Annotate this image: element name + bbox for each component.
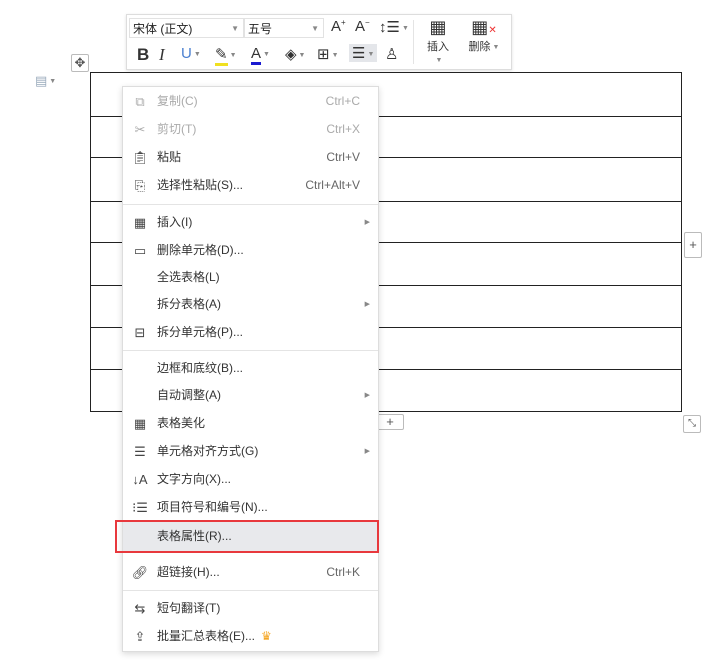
link-icon: 🔗︎ <box>131 565 149 580</box>
menu-item-select-table[interactable]: 全选表格(L) <box>123 264 378 291</box>
paste-icon: 📋︎ <box>131 150 149 165</box>
menu-item-table-style[interactable]: ▦ 表格美化 <box>123 410 378 437</box>
menu-shortcut: Ctrl+K <box>326 565 360 579</box>
menu-label: 复制(C) <box>157 94 198 108</box>
resize-table-handle[interactable]: ⤡ <box>683 415 701 433</box>
shrink-font-icon[interactable]: A− <box>355 18 370 35</box>
font-name-select[interactable]: 宋体 (正文) ▼ <box>129 18 244 38</box>
font-size-value: 五号 <box>248 22 273 36</box>
menu-label: 超链接(H)... <box>157 565 220 579</box>
line-spacing-icon[interactable]: ↕☰ ▼ <box>379 18 409 36</box>
font-size-select[interactable]: 五号 ▼ <box>244 18 324 38</box>
menu-item-split-table[interactable]: 拆分表格(A) ▶ <box>123 291 378 318</box>
menu-item-paste[interactable]: 📋︎ 粘贴 Ctrl+V <box>123 144 378 171</box>
format-painter-icon[interactable]: ♙ <box>385 45 398 63</box>
table-delete-icon: ▦✕ <box>471 17 497 37</box>
menu-label: 插入(I) <box>157 215 193 229</box>
menu-item-cell-alignment[interactable]: ☰ 单元格对齐方式(G) ▶ <box>123 438 378 465</box>
highlight-box <box>115 520 379 553</box>
table-move-handle[interactable]: ✥ <box>71 54 89 72</box>
paste-special-icon: ⎘ <box>134 178 146 193</box>
bold-icon[interactable]: B <box>137 45 149 65</box>
add-column-button[interactable]: + <box>684 232 702 258</box>
menu-item-translate[interactable]: ⇆ 短句翻译(T) <box>123 595 378 622</box>
context-menu: ⧉ 复制(C) Ctrl+C ✂ 剪切(T) Ctrl+X 📋︎ 粘贴 Ctrl+V ⎘ 选择… <box>122 86 379 652</box>
delete-button[interactable]: ▦✕ 删除 ▼ <box>467 17 501 54</box>
menu-label: 短句翻译(T) <box>157 601 221 615</box>
menu-label: 边框和底纹(B)... <box>157 361 243 375</box>
menu-label: 选择性粘贴(S)... <box>157 178 243 192</box>
table-insert-icon: ▦ <box>429 17 447 37</box>
menu-item-split-cell[interactable]: ⊟ 拆分单元格(P)... <box>123 319 378 346</box>
list-icon: ⁝☰ <box>132 500 148 515</box>
menu-item-delete-cell[interactable]: ▭ 删除单元格(D)... <box>123 237 378 264</box>
cut-icon: ✂ <box>134 122 146 137</box>
document-icon[interactable]: ▤ ▼ <box>35 73 56 89</box>
copy-icon: ⧉ <box>135 94 145 109</box>
menu-item-insert[interactable]: ▦ 插入(I) ▶ <box>123 209 378 236</box>
menu-label: 全选表格(L) <box>157 270 220 284</box>
menu-label: 拆分表格(A) <box>157 297 221 311</box>
menu-shortcut: Ctrl+C <box>325 94 360 108</box>
italic-icon[interactable]: I <box>159 45 165 65</box>
menu-label: 项目符号和编号(N)... <box>157 500 268 514</box>
crown-icon: ♛ <box>261 629 272 643</box>
divider <box>413 20 414 64</box>
menu-item-text-direction[interactable]: ↓A 文字方向(X)... <box>123 466 378 493</box>
underline-icon[interactable]: U ▼ <box>181 45 201 62</box>
menu-label: 表格美化 <box>157 416 206 430</box>
menu-item-autofit[interactable]: 自动调整(A) ▶ <box>123 382 378 409</box>
menu-label: 自动调整(A) <box>157 388 221 402</box>
menu-label: 剪切(T) <box>157 122 197 136</box>
highlight-icon[interactable]: ✎ ▼ <box>215 45 237 66</box>
menu-item-batch-summary[interactable]: ⇪ 批量汇总表格(E)... ♛ <box>123 623 378 650</box>
insert-label: 插入 <box>427 41 449 53</box>
menu-item-hyperlink[interactable]: 🔗︎ 超链接(H)... Ctrl+K <box>123 559 378 586</box>
floating-format-toolbar: 宋体 (正文) ▼ 五号 ▼ A+ A− ↕☰ ▼ B I U ▼ ✎ ▼ A ▼ ◈ ▼ ⊞… <box>126 14 512 70</box>
menu-label: 单元格对齐方式(G) <box>157 444 259 458</box>
menu-label: 拆分单元格(P)... <box>157 325 243 339</box>
split-cell-icon: ⊟ <box>134 325 146 340</box>
menu-separator <box>123 350 378 351</box>
menu-item-copy[interactable]: ⧉ 复制(C) Ctrl+C <box>123 88 378 115</box>
add-row-button[interactable]: + <box>376 414 404 430</box>
submenu-arrow-icon: ▶ <box>364 392 370 399</box>
menu-item-paste-special[interactable]: ⎘ 选择性粘贴(S)... Ctrl+Alt+V <box>123 172 378 199</box>
delete-label: 删除 <box>468 41 491 53</box>
font-color-icon[interactable]: A ▼ <box>251 45 270 65</box>
summary-icon: ⇪ <box>134 629 146 644</box>
menu-shortcut: Ctrl+X <box>326 122 360 136</box>
menu-shortcut: Ctrl+V <box>326 150 360 164</box>
table-style-icon: ▦ <box>133 416 147 431</box>
menu-label: 批量汇总表格(E)... <box>157 629 255 643</box>
menu-item-borders-shading[interactable]: 边框和底纹(B)... <box>123 355 378 382</box>
submenu-arrow-icon: ▶ <box>364 301 370 308</box>
menu-item-bullets-numbering[interactable]: ⁝☰ 项目符号和编号(N)... <box>123 494 378 521</box>
borders-icon[interactable]: ⊞ ▼ <box>317 45 339 63</box>
menu-separator <box>123 204 378 205</box>
grow-font-icon[interactable]: A+ <box>331 18 346 35</box>
menu-item-cut[interactable]: ✂ 剪切(T) Ctrl+X <box>123 116 378 143</box>
translate-icon: ⇆ <box>134 601 146 616</box>
font-name-value: 宋体 (正文) <box>133 22 193 36</box>
menu-label: 粘贴 <box>157 150 182 164</box>
insert-button[interactable]: ▦ 插入▼ <box>423 17 453 66</box>
chevron-down-icon: ▼ <box>311 24 319 33</box>
submenu-arrow-icon: ▶ <box>364 448 370 455</box>
text-direction-icon: ↓A <box>132 472 148 487</box>
submenu-arrow-icon: ▶ <box>364 219 370 226</box>
menu-label: 文字方向(X)... <box>157 472 231 486</box>
menu-shortcut: Ctrl+Alt+V <box>305 178 360 192</box>
shading-icon[interactable]: ◈ ▼ <box>285 45 305 63</box>
menu-separator <box>123 590 378 591</box>
chevron-down-icon: ▼ <box>231 24 239 33</box>
align-icon[interactable]: ☰ ▼ <box>349 44 378 62</box>
table-insert-icon: ▦ <box>133 215 147 230</box>
delete-cell-icon: ▭ <box>133 243 147 258</box>
align-icon: ☰ <box>134 444 146 459</box>
menu-label: 删除单元格(D)... <box>157 243 244 257</box>
